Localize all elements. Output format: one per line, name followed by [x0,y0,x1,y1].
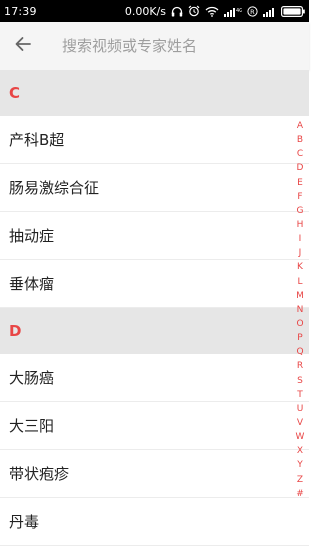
network-speed: 0.00K/s [124,4,166,18]
index-letter-v[interactable]: V [293,416,307,430]
index-letter-t[interactable]: T [293,388,307,402]
index-letter-n[interactable]: N [293,303,307,317]
index-letter-x[interactable]: X [293,444,307,458]
list-item[interactable]: 肠易激综合征 [0,164,309,212]
back-button[interactable] [0,22,46,70]
list-item[interactable]: 抽动症 [0,212,309,260]
list-item[interactable]: 大三阳 [0,402,309,450]
index-letter-k[interactable]: K [293,260,307,274]
index-letter-q[interactable]: Q [293,345,307,359]
list-item[interactable]: 垂体瘤 [0,260,309,308]
registered-icon: R [247,5,258,17]
index-letter-d[interactable]: D [293,161,307,175]
index-letter-u[interactable]: U [293,402,307,416]
index-letter-o[interactable]: O [293,317,307,331]
status-time: 17:39 [4,4,37,18]
disease-list[interactable]: C 产科B超 肠易激综合征 抽动症 垂体瘤 D 大肠癌 大三阳 带状疱疹 丹毒 [0,70,309,550]
battery-icon [281,5,305,17]
index-letter-h[interactable]: H [293,218,307,232]
index-letter-s[interactable]: S [293,374,307,388]
index-letter-m[interactable]: M [293,289,307,303]
search-bar [0,22,309,70]
status-bar: 17:39 0.00K/s 4G R [0,0,309,22]
index-letter-w[interactable]: W [293,430,307,444]
back-arrow-icon [14,36,32,56]
headphone-icon [171,6,183,17]
index-letter-f[interactable]: F [293,190,307,204]
signal-4g-icon: 4G [224,6,242,17]
index-letter-hash[interactable]: # [293,487,307,501]
index-letter-r[interactable]: R [293,359,307,373]
list-item[interactable]: 丹毒 [0,498,309,546]
wifi-icon [205,6,219,17]
list-item[interactable]: 产科B超 [0,116,309,164]
index-letter-j[interactable]: J [293,246,307,260]
svg-text:4G: 4G [236,8,242,14]
index-letter-l[interactable]: L [293,275,307,289]
index-letter-y[interactable]: Y [293,458,307,472]
index-letter-z[interactable]: Z [293,473,307,487]
alarm-icon [188,5,200,17]
list-item[interactable]: 大肠癌 [0,354,309,402]
svg-text:R: R [250,8,255,16]
signal-icon [263,6,276,17]
alphabet-index-bar[interactable]: A B C D E F G H I J K L M N O P Q R S T U V W X Y Z # [293,119,307,501]
search-input[interactable] [62,31,292,61]
section-header-d: D [0,308,309,354]
list-item[interactable]: 带状疱疹 [0,450,309,498]
index-letter-g[interactable]: G [293,204,307,218]
index-letter-b[interactable]: B [293,133,307,147]
section-header-c: C [0,70,309,116]
index-letter-i[interactable]: I [293,232,307,246]
index-letter-p[interactable]: P [293,331,307,345]
status-icons: 0.00K/s 4G R [125,5,305,18]
index-letter-a[interactable]: A [293,119,307,133]
index-letter-c[interactable]: C [293,147,307,161]
index-letter-e[interactable]: E [293,176,307,190]
